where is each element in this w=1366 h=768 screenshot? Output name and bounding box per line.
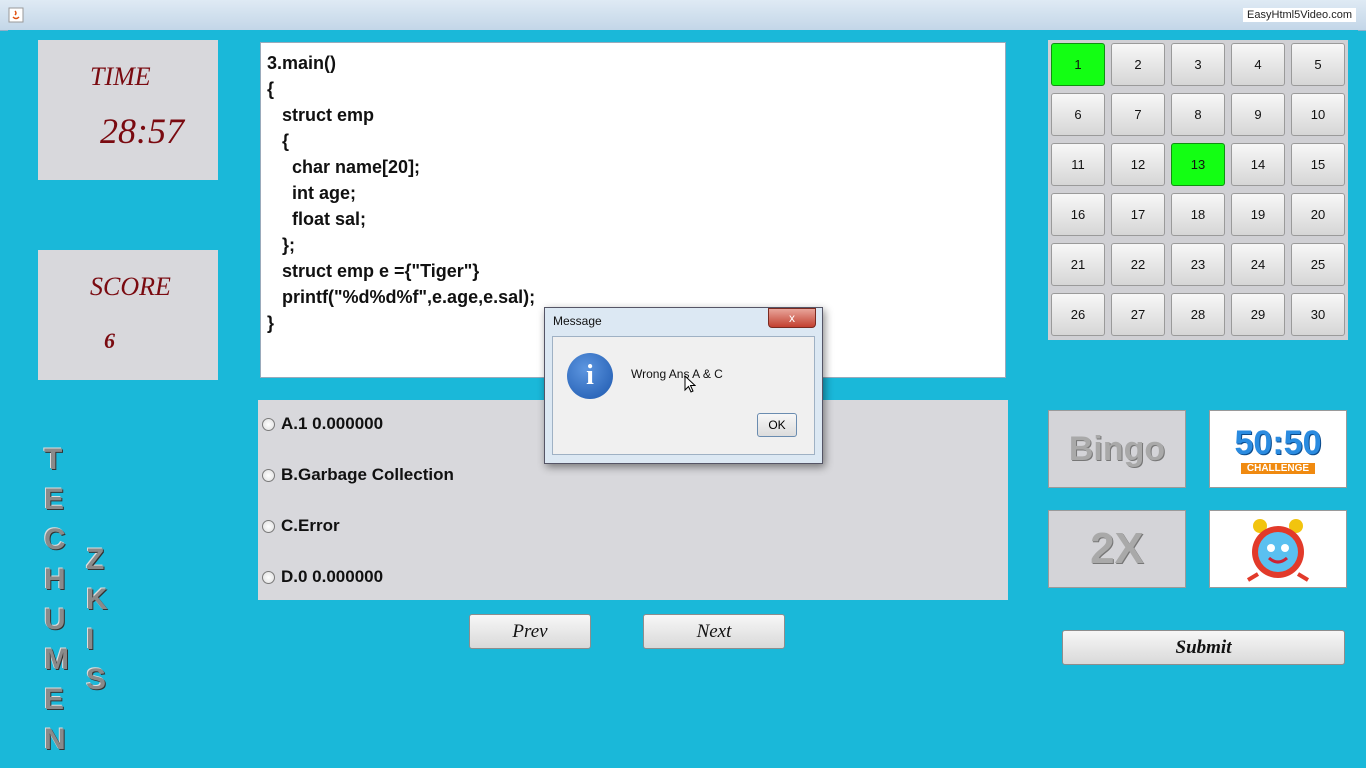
question-number-button[interactable]: 6	[1051, 93, 1105, 136]
team-letter: M	[44, 643, 69, 676]
timer-panel: TIME 28:57	[38, 40, 218, 180]
team-word-2: ZKIS	[86, 540, 108, 700]
question-number-button[interactable]: 16	[1051, 193, 1105, 236]
question-number-button[interactable]: 20	[1291, 193, 1345, 236]
question-line: printf("%d%d%f",e.age,e.sal);	[267, 287, 536, 307]
team-letter: N	[44, 723, 66, 756]
question-line: int age;	[267, 183, 357, 203]
watermark: EasyHtml5Video.com	[1243, 8, 1356, 22]
score-value: 6	[104, 328, 115, 353]
team-letter: K	[86, 583, 108, 616]
team-letter: U	[44, 603, 66, 636]
question-number-button[interactable]: 3	[1171, 43, 1225, 86]
team-letter: T	[44, 443, 63, 476]
fifty-fifty-label: 50:50	[1234, 424, 1322, 462]
question-number-button[interactable]: 25	[1291, 243, 1345, 286]
question-line: struct emp e ={"Tiger"}	[267, 261, 480, 281]
option-b-label: B.Garbage Collection	[281, 465, 454, 484]
option-c-label: C.Error	[281, 516, 340, 535]
question-number-button[interactable]: 12	[1111, 143, 1165, 186]
option-d-label: D.0 0.000000	[281, 567, 384, 586]
question-number-button[interactable]: 2	[1111, 43, 1165, 86]
fifty-fifty-sub-label: CHALLENGE	[1240, 463, 1316, 474]
team-letter: Z	[86, 543, 105, 576]
question-number-button[interactable]: 1	[1051, 43, 1105, 86]
option-d-radio[interactable]	[262, 570, 275, 584]
timer-value: 28:57	[100, 111, 184, 151]
option-b[interactable]: B.Garbage Collection	[262, 465, 454, 485]
question-number-button[interactable]: 17	[1111, 193, 1165, 236]
mouse-cursor-icon	[684, 375, 696, 393]
question-number-button[interactable]: 8	[1171, 93, 1225, 136]
question-number-button[interactable]: 29	[1231, 293, 1285, 336]
question-line: }	[267, 313, 275, 333]
team-letter: E	[44, 683, 65, 716]
question-line: };	[267, 235, 296, 255]
team-word-1: TECHUMEN	[44, 440, 69, 760]
team-letter: H	[44, 563, 66, 596]
question-line: char name[20];	[267, 157, 421, 177]
question-number-button[interactable]: 5	[1291, 43, 1345, 86]
question-number-button[interactable]: 27	[1111, 293, 1165, 336]
alarm-clock-lifeline[interactable]	[1209, 510, 1347, 588]
dialog-message: Wrong Ans A & C	[631, 367, 723, 381]
question-line: {	[267, 79, 275, 99]
fifty-fifty-lifeline[interactable]: 50:50 CHALLENGE	[1209, 410, 1347, 488]
question-number-button[interactable]: 9	[1231, 93, 1285, 136]
question-number-button[interactable]: 30	[1291, 293, 1345, 336]
bingo-lifeline[interactable]: Bingo	[1048, 410, 1186, 488]
score-title: SCORE	[90, 272, 171, 301]
submit-button[interactable]: Submit	[1062, 630, 1345, 665]
dialog-title: Message	[553, 314, 602, 328]
option-d[interactable]: D.0 0.000000	[262, 567, 383, 587]
team-letter: I	[86, 623, 95, 656]
question-number-button[interactable]: 10	[1291, 93, 1345, 136]
question-number-button[interactable]: 11	[1051, 143, 1105, 186]
next-button[interactable]: Next	[643, 614, 785, 649]
option-a-label: A.1 0.000000	[281, 414, 384, 433]
team-letter: S	[86, 663, 107, 696]
question-line: struct emp	[267, 105, 375, 125]
team-letter: E	[44, 483, 65, 516]
ok-button[interactable]: OK	[757, 413, 797, 437]
question-number-button[interactable]: 15	[1291, 143, 1345, 186]
score-panel: SCORE 6	[38, 250, 218, 380]
option-a-radio[interactable]	[262, 417, 275, 431]
team-letter: C	[44, 523, 66, 556]
close-icon: x	[789, 311, 795, 325]
question-number-button[interactable]: 22	[1111, 243, 1165, 286]
alarm-clock-icon	[1246, 519, 1310, 582]
question-line: 3.main()	[267, 53, 337, 73]
option-c[interactable]: C.Error	[262, 516, 340, 536]
prev-button[interactable]: Prev	[469, 614, 591, 649]
question-number-button[interactable]: 23	[1171, 243, 1225, 286]
bingo-label: Bingo	[1068, 429, 1166, 468]
question-grid: 1 2 3 4 5 6 7 8 9 10 11 12 13 14 15 16 17 18 19 20 21 22 23 24 2…	[1048, 40, 1348, 340]
question-number-button[interactable]: 18	[1171, 193, 1225, 236]
timer-title: TIME	[90, 62, 151, 91]
info-icon: i	[567, 353, 613, 399]
question-number-button[interactable]: 19	[1231, 193, 1285, 236]
question-number-button[interactable]: 13	[1171, 143, 1225, 186]
question-number-button[interactable]: 7	[1111, 93, 1165, 136]
option-b-radio[interactable]	[262, 468, 275, 482]
java-app-icon	[8, 7, 24, 23]
question-number-button[interactable]: 4	[1231, 43, 1285, 86]
question-number-button[interactable]: 21	[1051, 243, 1105, 286]
title-bar: EasyHtml5Video.com	[0, 0, 1366, 31]
dialog-body: i Wrong Ans A & C OK	[552, 336, 815, 455]
dialog-close-button[interactable]: x	[768, 308, 816, 328]
option-a[interactable]: A.1 0.000000	[262, 414, 383, 434]
question-line: {	[267, 131, 290, 151]
option-c-radio[interactable]	[262, 519, 275, 533]
question-number-button[interactable]: 24	[1231, 243, 1285, 286]
double-chance-lifeline[interactable]: 2X	[1048, 510, 1186, 588]
question-number-button[interactable]: 14	[1231, 143, 1285, 186]
question-number-button[interactable]: 26	[1051, 293, 1105, 336]
question-line: float sal;	[267, 209, 367, 229]
question-number-button[interactable]: 28	[1171, 293, 1225, 336]
double-chance-label: 2X	[1090, 524, 1144, 573]
